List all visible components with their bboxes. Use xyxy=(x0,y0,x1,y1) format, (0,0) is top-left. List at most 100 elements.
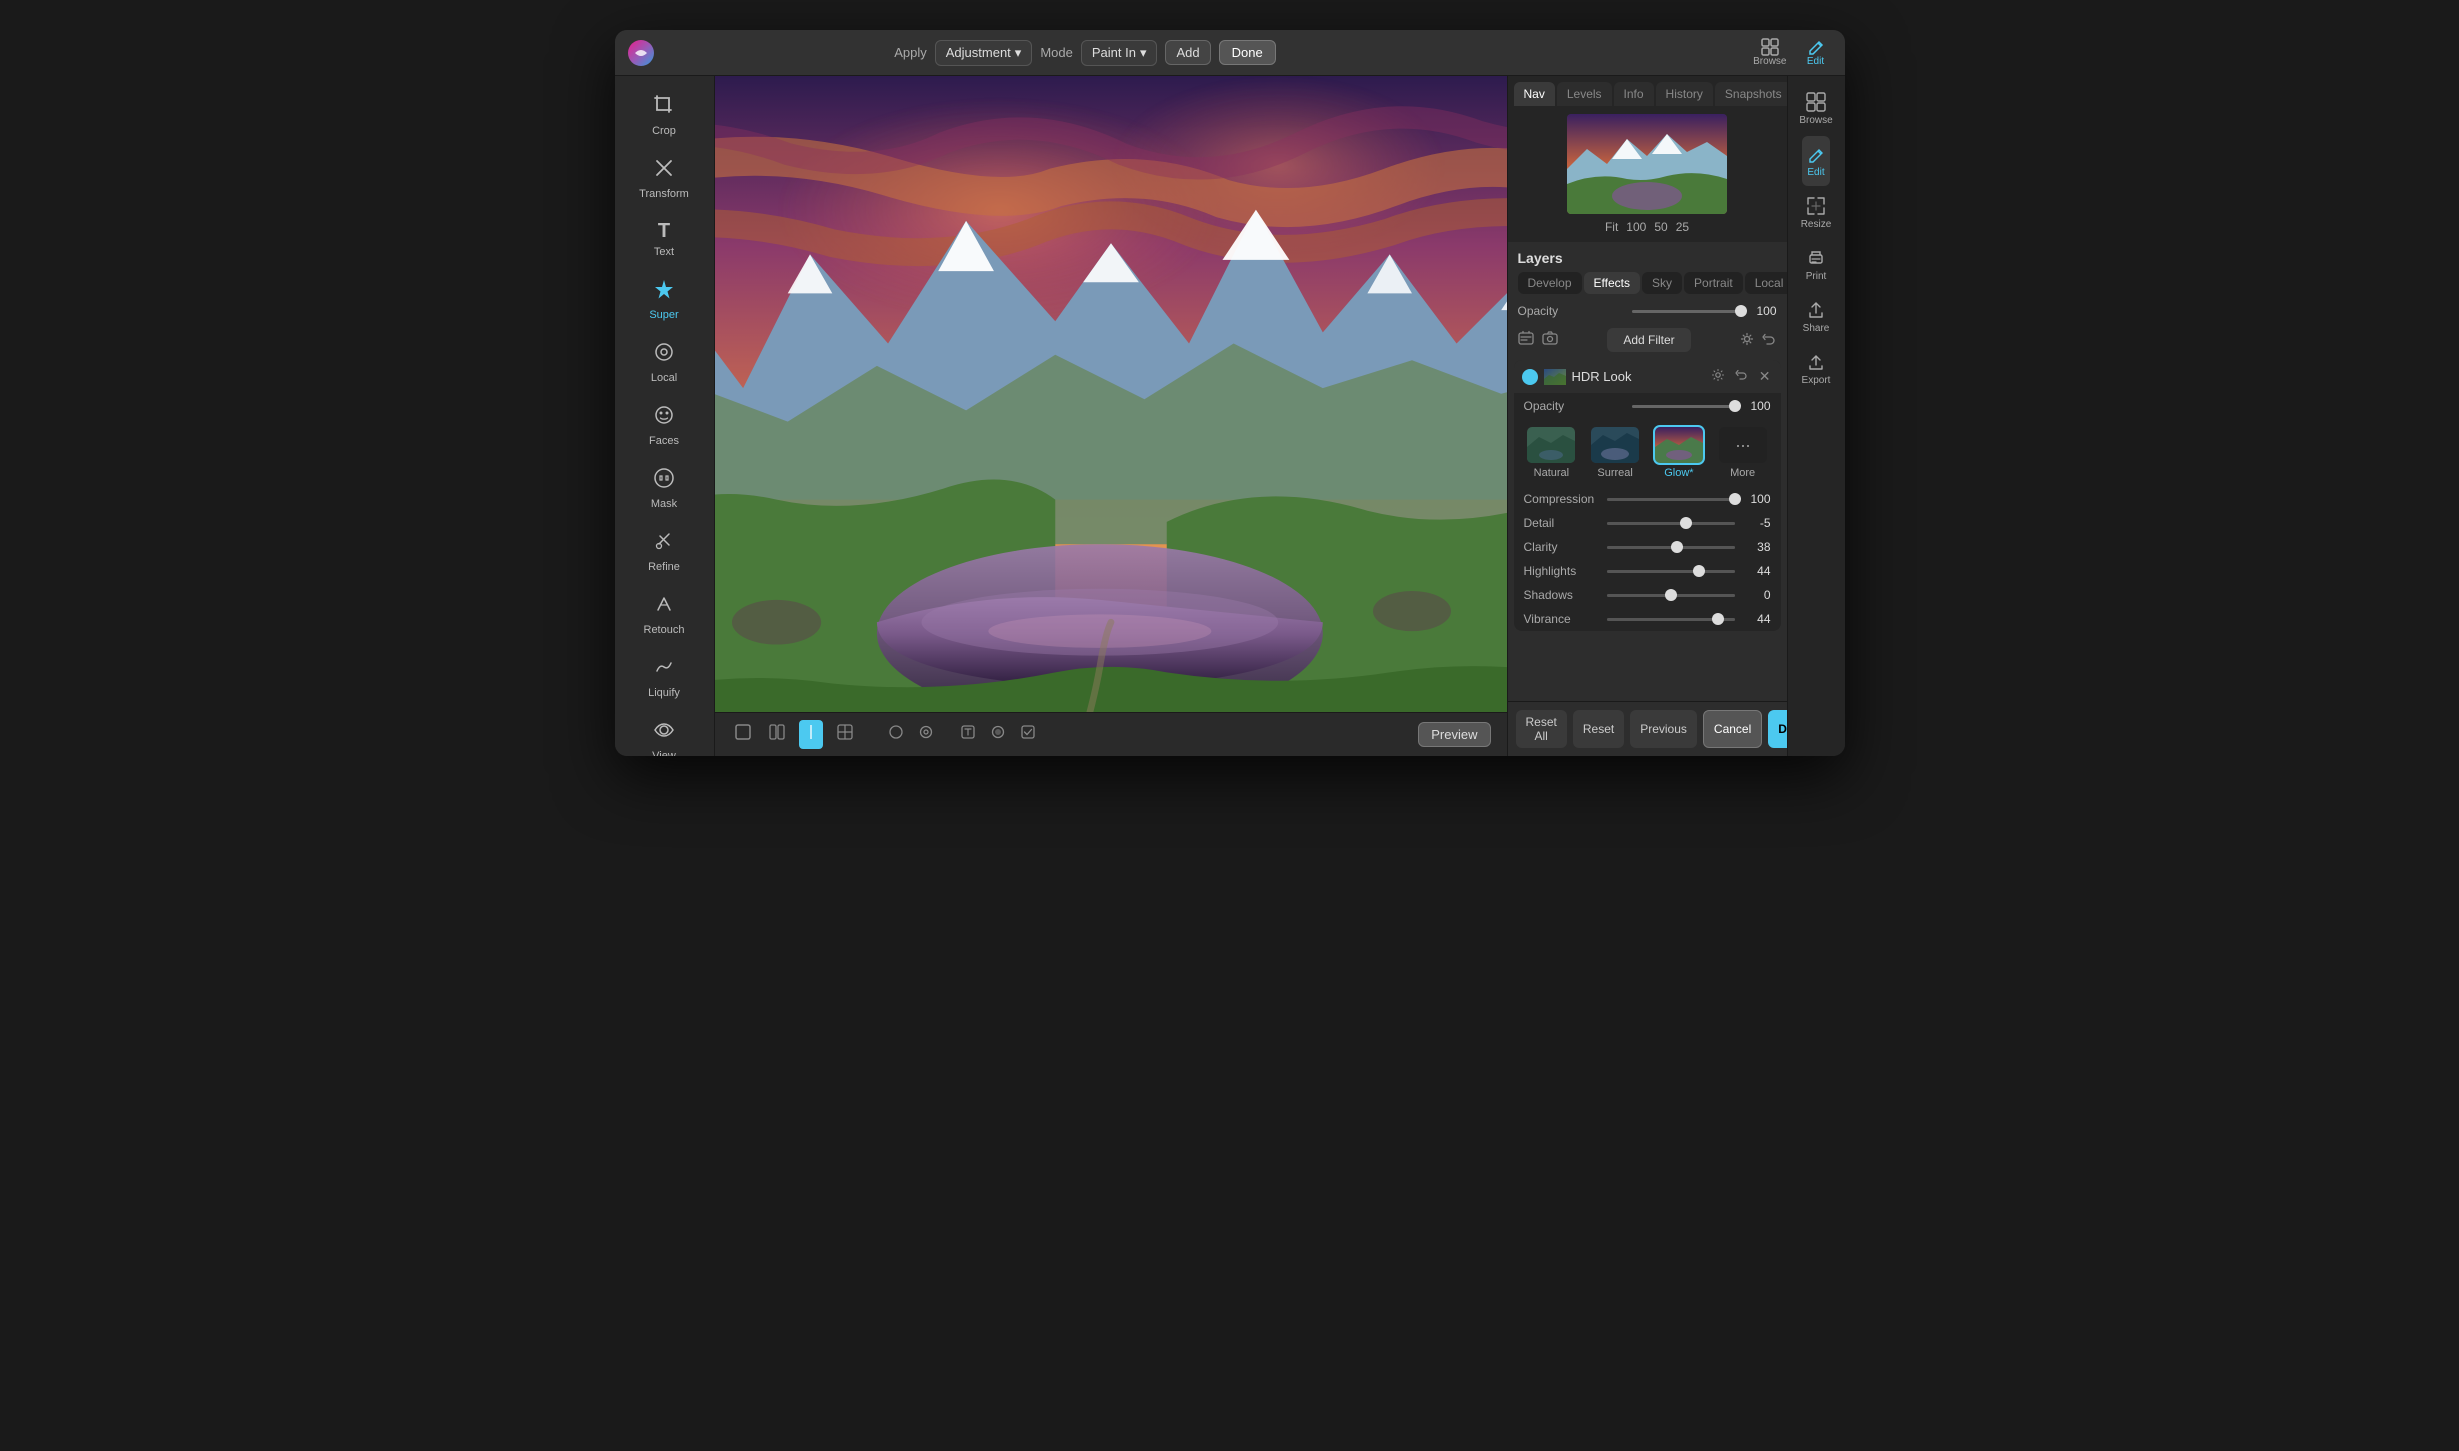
tool-super[interactable]: Super xyxy=(624,270,704,329)
tool-retouch[interactable]: Retouch xyxy=(624,585,704,644)
view-layout-btn[interactable] xyxy=(833,720,857,749)
layer-snap-btn[interactable] xyxy=(1518,330,1534,351)
tool-transform[interactable]: Transform xyxy=(624,149,704,208)
resize-button[interactable]: Resize xyxy=(1797,188,1836,238)
preset-natural-icon xyxy=(1527,427,1575,463)
filter-controls: Add Filter xyxy=(1508,324,1787,356)
zoom-50[interactable]: 50 xyxy=(1654,220,1667,234)
checkmark-overlay-btn[interactable] xyxy=(1017,721,1039,748)
hdr-opacity-slider[interactable] xyxy=(1632,405,1735,408)
slider-shadows: Shadows 0 xyxy=(1514,583,1781,607)
tool-view[interactable]: View xyxy=(624,711,704,756)
preset-glow[interactable]: Glow* xyxy=(1655,427,1703,479)
preset-glow-label: Glow* xyxy=(1664,467,1693,479)
zoom-fit[interactable]: Fit xyxy=(1605,220,1618,234)
right-panel: Nav Levels Info History Snapshots xyxy=(1507,76,1787,756)
hdr-close-btn[interactable]: ✕ xyxy=(1757,366,1773,387)
detail-value: -5 xyxy=(1743,516,1771,530)
layers-title: Layers xyxy=(1518,250,1777,266)
thumbnail-image[interactable] xyxy=(1567,114,1727,214)
print-label: Print xyxy=(1806,271,1827,282)
view-single-btn[interactable] xyxy=(731,720,755,749)
shadows-value: 0 xyxy=(1743,588,1771,602)
preset-more[interactable]: More xyxy=(1719,427,1767,479)
tool-refine[interactable]: Refine xyxy=(624,522,704,581)
compression-slider[interactable] xyxy=(1607,498,1735,501)
vibrance-value: 44 xyxy=(1743,612,1771,626)
zoom-100[interactable]: 100 xyxy=(1626,220,1646,234)
tool-text-label: Text xyxy=(654,246,674,258)
edit-icon xyxy=(1806,144,1826,164)
layer-tab-portrait[interactable]: Portrait xyxy=(1684,272,1743,294)
detail-label: Detail xyxy=(1524,516,1599,530)
opacity-slider[interactable] xyxy=(1632,310,1741,313)
nav-tab-history[interactable]: History xyxy=(1656,82,1713,106)
reset-button[interactable]: Reset xyxy=(1573,710,1624,748)
tool-faces-label: Faces xyxy=(649,435,679,447)
shadows-slider[interactable] xyxy=(1607,594,1735,597)
tool-local[interactable]: Local xyxy=(624,333,704,392)
previous-button[interactable]: Previous xyxy=(1630,710,1697,748)
hdr-toggle[interactable] xyxy=(1522,369,1538,385)
edit-icon-top[interactable]: Edit xyxy=(1799,34,1833,71)
tool-faces[interactable]: Faces xyxy=(624,396,704,455)
compression-label: Compression xyxy=(1524,492,1599,506)
circle-overlay-btn[interactable] xyxy=(987,721,1009,748)
tool-crop-label: Crop xyxy=(652,125,676,137)
cancel-button[interactable]: Cancel xyxy=(1703,710,1762,748)
share-button[interactable]: Share xyxy=(1799,292,1834,342)
undo-circle-btn[interactable] xyxy=(885,721,907,748)
done-button-top[interactable]: Done xyxy=(1219,40,1276,65)
nav-tab-snapshots[interactable]: Snapshots xyxy=(1715,82,1792,106)
hdr-undo-btn[interactable] xyxy=(1733,366,1751,387)
nav-tab-nav[interactable]: Nav xyxy=(1514,82,1555,106)
print-button[interactable]: Print xyxy=(1802,240,1831,290)
title-bar: Apply Adjustment ▾ Mode Paint In ▾ Add D… xyxy=(615,30,1845,76)
preset-more-label: More xyxy=(1730,467,1755,479)
filter-undo-btn[interactable] xyxy=(1762,332,1776,349)
bottom-bar: Preview xyxy=(715,712,1507,756)
edit-button[interactable]: Edit xyxy=(1802,136,1830,186)
preset-natural[interactable]: Natural xyxy=(1527,427,1575,479)
nav-tab-levels[interactable]: Levels xyxy=(1557,82,1612,106)
opacity-label: Opacity xyxy=(1518,304,1627,318)
vibrance-slider[interactable] xyxy=(1607,618,1735,621)
layer-camera-btn[interactable] xyxy=(1542,330,1558,351)
detail-slider[interactable] xyxy=(1607,522,1735,525)
filter-settings-btn[interactable] xyxy=(1740,332,1754,349)
add-filter-button[interactable]: Add Filter xyxy=(1607,328,1690,352)
browse-button[interactable]: Browse xyxy=(1795,84,1836,134)
tool-mask[interactable]: Mask xyxy=(624,459,704,518)
browse-icon-top[interactable]: Browse xyxy=(1745,34,1794,71)
layer-tab-develop[interactable]: Develop xyxy=(1518,272,1582,294)
adjustment-dropdown[interactable]: Adjustment ▾ xyxy=(935,40,1033,66)
export-button[interactable]: Export xyxy=(1798,344,1835,394)
apply-label: Apply xyxy=(894,45,927,60)
reset-all-button[interactable]: Reset All xyxy=(1516,710,1567,748)
layer-tab-effects[interactable]: Effects xyxy=(1584,272,1640,294)
preset-surreal[interactable]: Surreal xyxy=(1591,427,1639,479)
paint-in-dropdown[interactable]: Paint In ▾ xyxy=(1081,40,1158,66)
add-button[interactable]: Add xyxy=(1165,40,1210,65)
tool-text[interactable]: T Text xyxy=(624,212,704,266)
tool-liquify[interactable]: Liquify xyxy=(624,648,704,707)
browse-label: Browse xyxy=(1799,115,1832,126)
tool-crop[interactable]: Crop xyxy=(624,86,704,145)
text-overlay-btn[interactable] xyxy=(957,721,979,748)
preview-button[interactable]: Preview xyxy=(1418,722,1490,747)
clarity-slider[interactable] xyxy=(1607,546,1735,549)
view-compare-btn[interactable] xyxy=(765,720,789,749)
bottom-buttons: Reset All Reset Previous Cancel Done xyxy=(1508,701,1787,756)
preset-more-icon xyxy=(1719,427,1767,463)
target-btn[interactable] xyxy=(915,721,937,748)
nav-tab-info[interactable]: Info xyxy=(1614,82,1654,106)
view-split-btn[interactable] xyxy=(799,720,823,749)
slider-vibrance: Vibrance 44 xyxy=(1514,607,1781,631)
highlights-slider[interactable] xyxy=(1607,570,1735,573)
hdr-settings-btn[interactable] xyxy=(1709,366,1727,387)
layer-tabs: Develop Effects Sky Portrait Local xyxy=(1518,272,1777,294)
clarity-label: Clarity xyxy=(1524,540,1599,554)
canvas-area[interactable] xyxy=(715,76,1507,756)
zoom-25[interactable]: 25 xyxy=(1676,220,1689,234)
layer-tab-sky[interactable]: Sky xyxy=(1642,272,1682,294)
